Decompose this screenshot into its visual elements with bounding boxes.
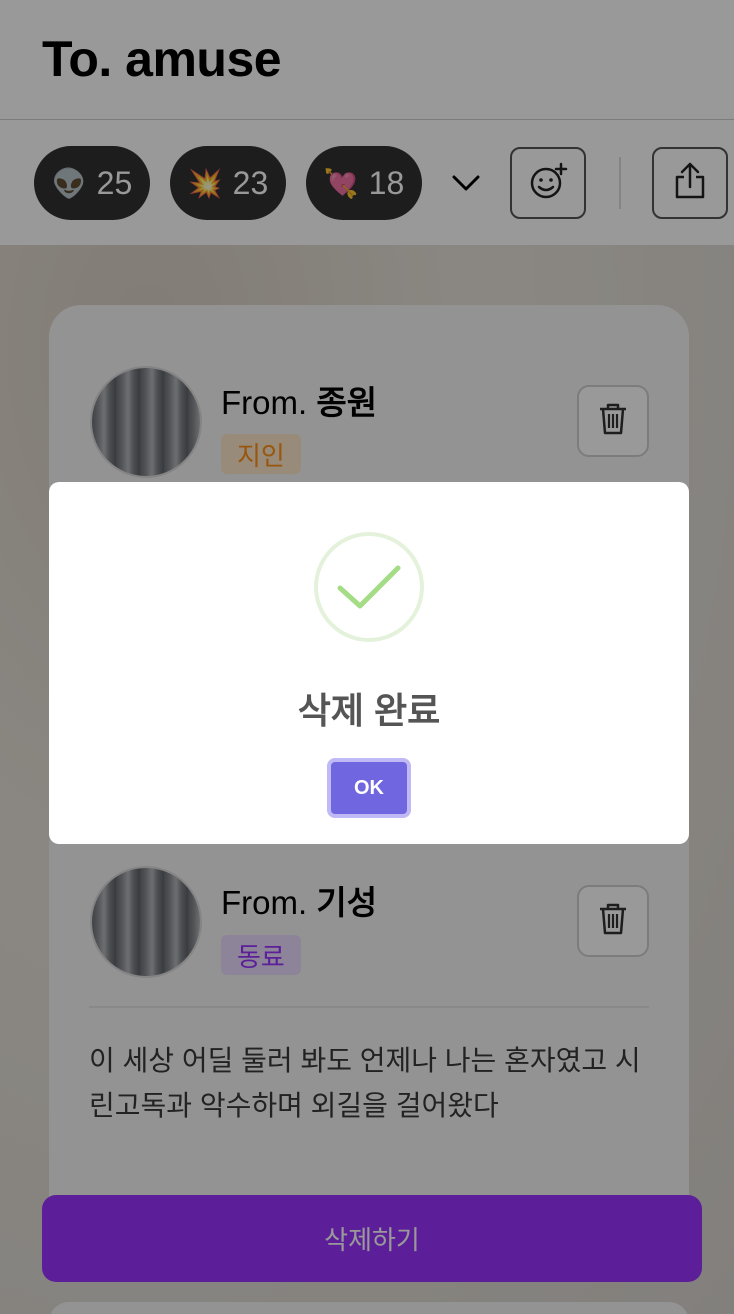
success-check-icon [314,532,424,642]
success-dialog: 삭제 완료 OK [49,482,689,844]
dialog-title: 삭제 완료 [297,690,441,731]
ok-button[interactable]: OK [327,758,411,818]
